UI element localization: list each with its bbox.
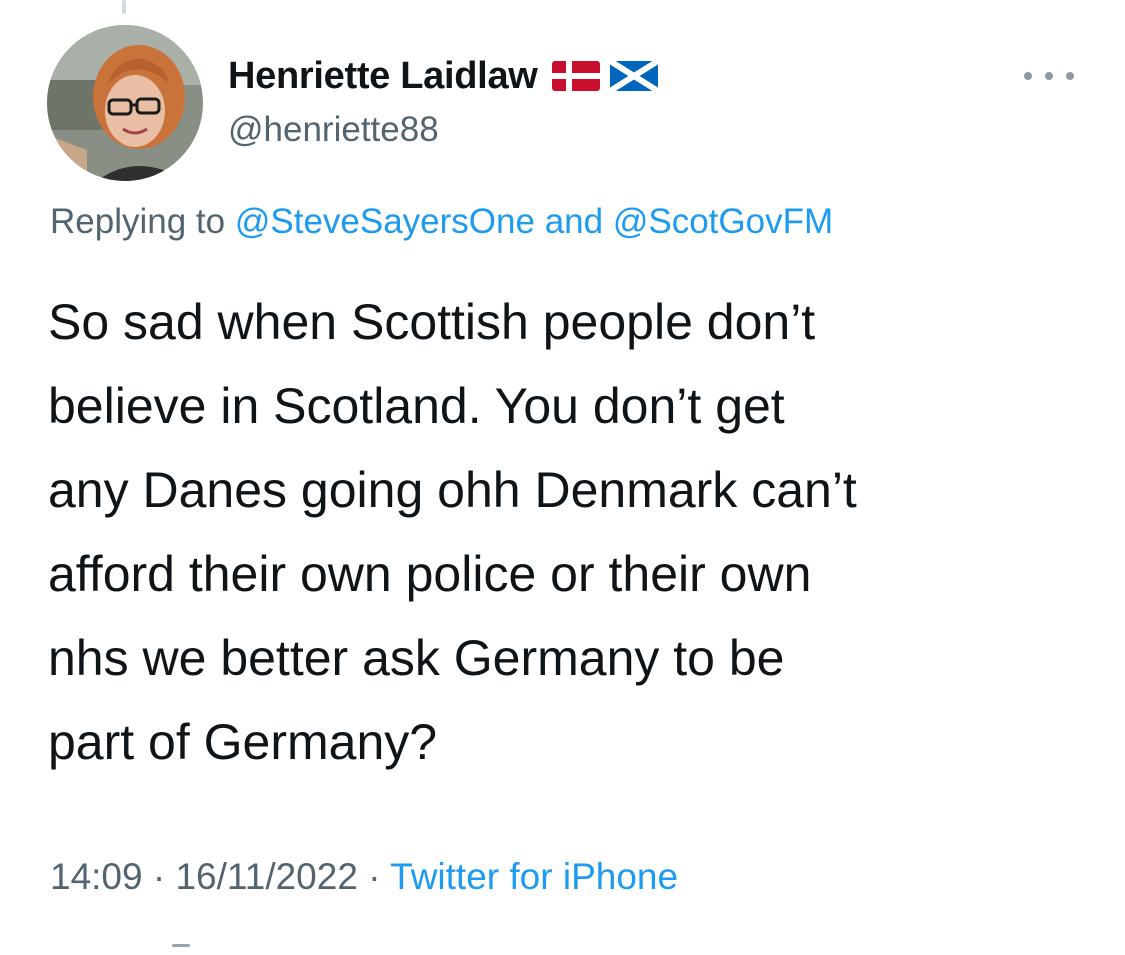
tweet-date[interactable]: 16/11/2022 <box>175 856 357 897</box>
more-dot-icon <box>1066 72 1074 80</box>
replying-to-label: Replying to <box>50 202 226 241</box>
scotland-flag-icon <box>607 58 660 94</box>
author-name-row: Henriette Laidlaw <box>228 52 660 100</box>
more-options-button[interactable] <box>1024 64 1074 88</box>
meta-separator: · <box>368 856 381 897</box>
avatar[interactable] <box>47 25 203 181</box>
meta-separator: · <box>152 856 166 897</box>
avatar-photo <box>47 25 203 181</box>
mention-conjunction[interactable]: and <box>545 202 603 241</box>
thread-connector-line <box>122 0 126 14</box>
more-dot-icon <box>1045 72 1053 80</box>
replying-to-line: Replying to @SteveSayersOne and @ScotGov… <box>50 202 833 242</box>
mention-link[interactable]: @ScotGovFM <box>613 202 833 241</box>
denmark-flag-icon <box>551 61 600 91</box>
divider <box>172 944 190 947</box>
tweet-source-link[interactable]: Twitter for iPhone <box>390 856 678 897</box>
author-display-name[interactable]: Henriette Laidlaw <box>228 55 538 98</box>
tweet-metadata: 14:09 · 16/11/2022 · Twitter for iPhone <box>50 856 678 898</box>
author-handle[interactable]: @henriette88 <box>228 110 439 150</box>
tweet-time[interactable]: 14:09 <box>50 856 143 897</box>
more-dot-icon <box>1024 72 1032 80</box>
tweet-text: So sad when Scottish people don’t believ… <box>48 294 857 770</box>
mention-link[interactable]: @SteveSayersOne <box>235 202 535 241</box>
